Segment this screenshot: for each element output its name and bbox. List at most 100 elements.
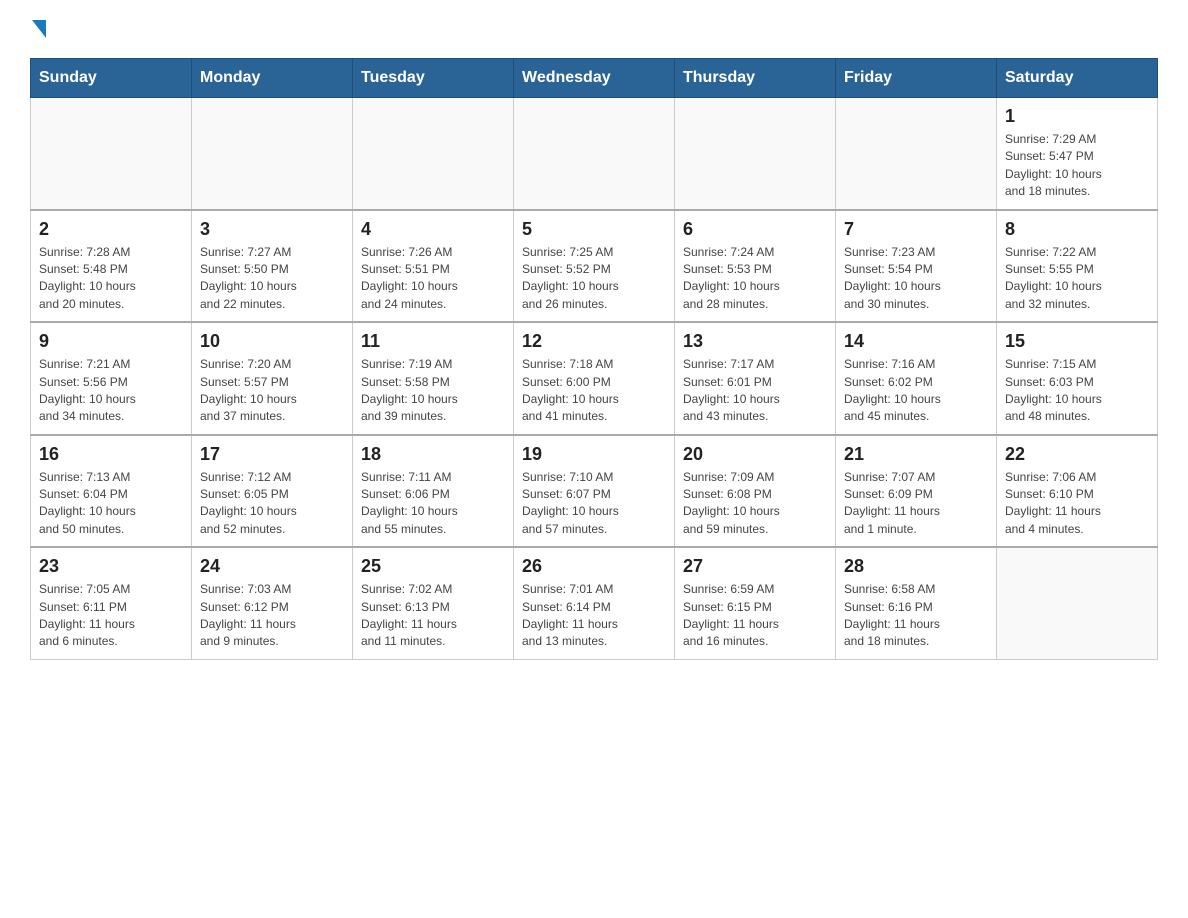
week-row-4: 16 Sunrise: 7:13 AM Sunset: 6:04 PM Dayli… xyxy=(31,435,1158,548)
day-number: 3 xyxy=(200,219,344,240)
day-number: 10 xyxy=(200,331,344,352)
calendar-cell: 22 Sunrise: 7:06 AM Sunset: 6:10 PM Dayli… xyxy=(997,435,1158,548)
calendar-cell: 8 Sunrise: 7:22 AM Sunset: 5:55 PM Daylig… xyxy=(997,210,1158,323)
day-info: Sunrise: 7:09 AM Sunset: 6:08 PM Dayligh… xyxy=(683,469,827,539)
day-number: 23 xyxy=(39,556,183,577)
week-row-1: 1 Sunrise: 7:29 AM Sunset: 5:47 PM Daylig… xyxy=(31,98,1158,210)
weekday-header-thursday: Thursday xyxy=(675,59,836,98)
day-info: Sunrise: 7:22 AM Sunset: 5:55 PM Dayligh… xyxy=(1005,244,1149,314)
calendar-cell: 20Sunrise: 7:09 AM Sunset: 6:08 PM Dayli… xyxy=(675,435,836,548)
calendar-cell: 23Sunrise: 7:05 AM Sunset: 6:11 PM Dayli… xyxy=(31,547,192,659)
day-info: Sunrise: 7:18 AM Sunset: 6:00 PM Dayligh… xyxy=(522,356,666,426)
day-info: Sunrise: 7:10 AM Sunset: 6:07 PM Dayligh… xyxy=(522,469,666,539)
day-number: 8 xyxy=(1005,219,1149,240)
day-info: Sunrise: 7:06 AM Sunset: 6:10 PM Dayligh… xyxy=(1005,469,1149,539)
day-info: Sunrise: 7:11 AM Sunset: 6:06 PM Dayligh… xyxy=(361,469,505,539)
calendar-header: SundayMondayTuesdayWednesdayThursdayFrid… xyxy=(31,59,1158,98)
calendar-cell: 2 Sunrise: 7:28 AM Sunset: 5:48 PM Daylig… xyxy=(31,210,192,323)
calendar-cell xyxy=(836,98,997,210)
day-number: 9 xyxy=(39,331,183,352)
day-info: Sunrise: 7:17 AM Sunset: 6:01 PM Dayligh… xyxy=(683,356,827,426)
day-info: Sunrise: 7:21 AM Sunset: 5:56 PM Dayligh… xyxy=(39,356,183,426)
day-number: 7 xyxy=(844,219,988,240)
day-info: Sunrise: 6:58 AM Sunset: 6:16 PM Dayligh… xyxy=(844,581,988,651)
calendar-cell xyxy=(192,98,353,210)
calendar-cell xyxy=(353,98,514,210)
weekday-header-saturday: Saturday xyxy=(997,59,1158,98)
calendar-cell: 15Sunrise: 7:15 AM Sunset: 6:03 PM Dayli… xyxy=(997,322,1158,435)
calendar-cell: 11 Sunrise: 7:19 AM Sunset: 5:58 PM Dayli… xyxy=(353,322,514,435)
day-info: Sunrise: 7:01 AM Sunset: 6:14 PM Dayligh… xyxy=(522,581,666,651)
day-number: 24 xyxy=(200,556,344,577)
day-info: Sunrise: 7:28 AM Sunset: 5:48 PM Dayligh… xyxy=(39,244,183,314)
calendar-cell: 1 Sunrise: 7:29 AM Sunset: 5:47 PM Daylig… xyxy=(997,98,1158,210)
calendar-cell: 6 Sunrise: 7:24 AM Sunset: 5:53 PM Daylig… xyxy=(675,210,836,323)
calendar-cell: 17 Sunrise: 7:12 AM Sunset: 6:05 PM Dayli… xyxy=(192,435,353,548)
calendar-cell: 16 Sunrise: 7:13 AM Sunset: 6:04 PM Dayli… xyxy=(31,435,192,548)
calendar-cell: 25 Sunrise: 7:02 AM Sunset: 6:13 PM Dayli… xyxy=(353,547,514,659)
day-info: Sunrise: 7:26 AM Sunset: 5:51 PM Dayligh… xyxy=(361,244,505,314)
day-info: Sunrise: 7:13 AM Sunset: 6:04 PM Dayligh… xyxy=(39,469,183,539)
day-info: Sunrise: 7:12 AM Sunset: 6:05 PM Dayligh… xyxy=(200,469,344,539)
calendar-cell: 26 Sunrise: 7:01 AM Sunset: 6:14 PM Dayli… xyxy=(514,547,675,659)
day-info: Sunrise: 7:19 AM Sunset: 5:58 PM Dayligh… xyxy=(361,356,505,426)
calendar-cell: 19 Sunrise: 7:10 AM Sunset: 6:07 PM Dayli… xyxy=(514,435,675,548)
weekday-header-sunday: Sunday xyxy=(31,59,192,98)
calendar-cell: 14 Sunrise: 7:16 AM Sunset: 6:02 PM Dayli… xyxy=(836,322,997,435)
calendar-cell: 4 Sunrise: 7:26 AM Sunset: 5:51 PM Daylig… xyxy=(353,210,514,323)
day-info: Sunrise: 7:24 AM Sunset: 5:53 PM Dayligh… xyxy=(683,244,827,314)
day-number: 4 xyxy=(361,219,505,240)
calendar-body: 1 Sunrise: 7:29 AM Sunset: 5:47 PM Daylig… xyxy=(31,98,1158,660)
day-number: 12 xyxy=(522,331,666,352)
day-info: Sunrise: 7:27 AM Sunset: 5:50 PM Dayligh… xyxy=(200,244,344,314)
logo xyxy=(30,20,48,38)
day-number: 15 xyxy=(1005,331,1149,352)
calendar-cell: 7 Sunrise: 7:23 AM Sunset: 5:54 PM Daylig… xyxy=(836,210,997,323)
week-row-3: 9 Sunrise: 7:21 AM Sunset: 5:56 PM Daylig… xyxy=(31,322,1158,435)
calendar-cell: 3 Sunrise: 7:27 AM Sunset: 5:50 PM Daylig… xyxy=(192,210,353,323)
day-number: 1 xyxy=(1005,106,1149,127)
day-info: Sunrise: 6:59 AM Sunset: 6:15 PM Dayligh… xyxy=(683,581,827,651)
weekday-header-row: SundayMondayTuesdayWednesdayThursdayFrid… xyxy=(31,59,1158,98)
calendar-cell: 10Sunrise: 7:20 AM Sunset: 5:57 PM Dayli… xyxy=(192,322,353,435)
day-info: Sunrise: 7:29 AM Sunset: 5:47 PM Dayligh… xyxy=(1005,131,1149,201)
day-number: 14 xyxy=(844,331,988,352)
calendar-cell: 21Sunrise: 7:07 AM Sunset: 6:09 PM Dayli… xyxy=(836,435,997,548)
day-info: Sunrise: 7:02 AM Sunset: 6:13 PM Dayligh… xyxy=(361,581,505,651)
day-number: 2 xyxy=(39,219,183,240)
weekday-header-tuesday: Tuesday xyxy=(353,59,514,98)
calendar-cell: 12 Sunrise: 7:18 AM Sunset: 6:00 PM Dayli… xyxy=(514,322,675,435)
day-number: 19 xyxy=(522,444,666,465)
page-header xyxy=(30,20,1158,38)
week-row-5: 23Sunrise: 7:05 AM Sunset: 6:11 PM Dayli… xyxy=(31,547,1158,659)
calendar-cell xyxy=(514,98,675,210)
calendar-cell: 18 Sunrise: 7:11 AM Sunset: 6:06 PM Dayli… xyxy=(353,435,514,548)
day-number: 17 xyxy=(200,444,344,465)
day-number: 6 xyxy=(683,219,827,240)
day-number: 13 xyxy=(683,331,827,352)
calendar-table: SundayMondayTuesdayWednesdayThursdayFrid… xyxy=(30,58,1158,660)
day-info: Sunrise: 7:23 AM Sunset: 5:54 PM Dayligh… xyxy=(844,244,988,314)
day-info: Sunrise: 7:25 AM Sunset: 5:52 PM Dayligh… xyxy=(522,244,666,314)
day-number: 21 xyxy=(844,444,988,465)
calendar-cell: 13 Sunrise: 7:17 AM Sunset: 6:01 PM Dayli… xyxy=(675,322,836,435)
day-info: Sunrise: 7:03 AM Sunset: 6:12 PM Dayligh… xyxy=(200,581,344,651)
day-info: Sunrise: 7:16 AM Sunset: 6:02 PM Dayligh… xyxy=(844,356,988,426)
weekday-header-wednesday: Wednesday xyxy=(514,59,675,98)
day-number: 18 xyxy=(361,444,505,465)
calendar-cell: 5 Sunrise: 7:25 AM Sunset: 5:52 PM Daylig… xyxy=(514,210,675,323)
day-number: 26 xyxy=(522,556,666,577)
day-number: 11 xyxy=(361,331,505,352)
calendar-cell: 24 Sunrise: 7:03 AM Sunset: 6:12 PM Dayli… xyxy=(192,547,353,659)
calendar-cell: 9 Sunrise: 7:21 AM Sunset: 5:56 PM Daylig… xyxy=(31,322,192,435)
day-number: 25 xyxy=(361,556,505,577)
calendar-cell: 27Sunrise: 6:59 AM Sunset: 6:15 PM Dayli… xyxy=(675,547,836,659)
day-number: 28 xyxy=(844,556,988,577)
day-number: 5 xyxy=(522,219,666,240)
calendar-cell xyxy=(31,98,192,210)
calendar-cell xyxy=(997,547,1158,659)
day-number: 16 xyxy=(39,444,183,465)
calendar-cell xyxy=(675,98,836,210)
weekday-header-friday: Friday xyxy=(836,59,997,98)
day-number: 22 xyxy=(1005,444,1149,465)
